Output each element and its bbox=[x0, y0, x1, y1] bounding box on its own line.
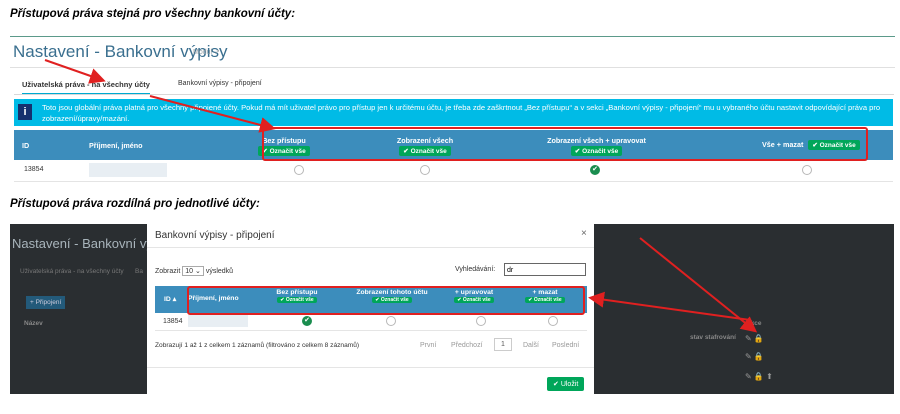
annotation-arrows-bottom bbox=[588, 237, 758, 333]
arrow-to-modal-columns bbox=[588, 291, 751, 321]
arrow-to-action bbox=[639, 237, 758, 333]
